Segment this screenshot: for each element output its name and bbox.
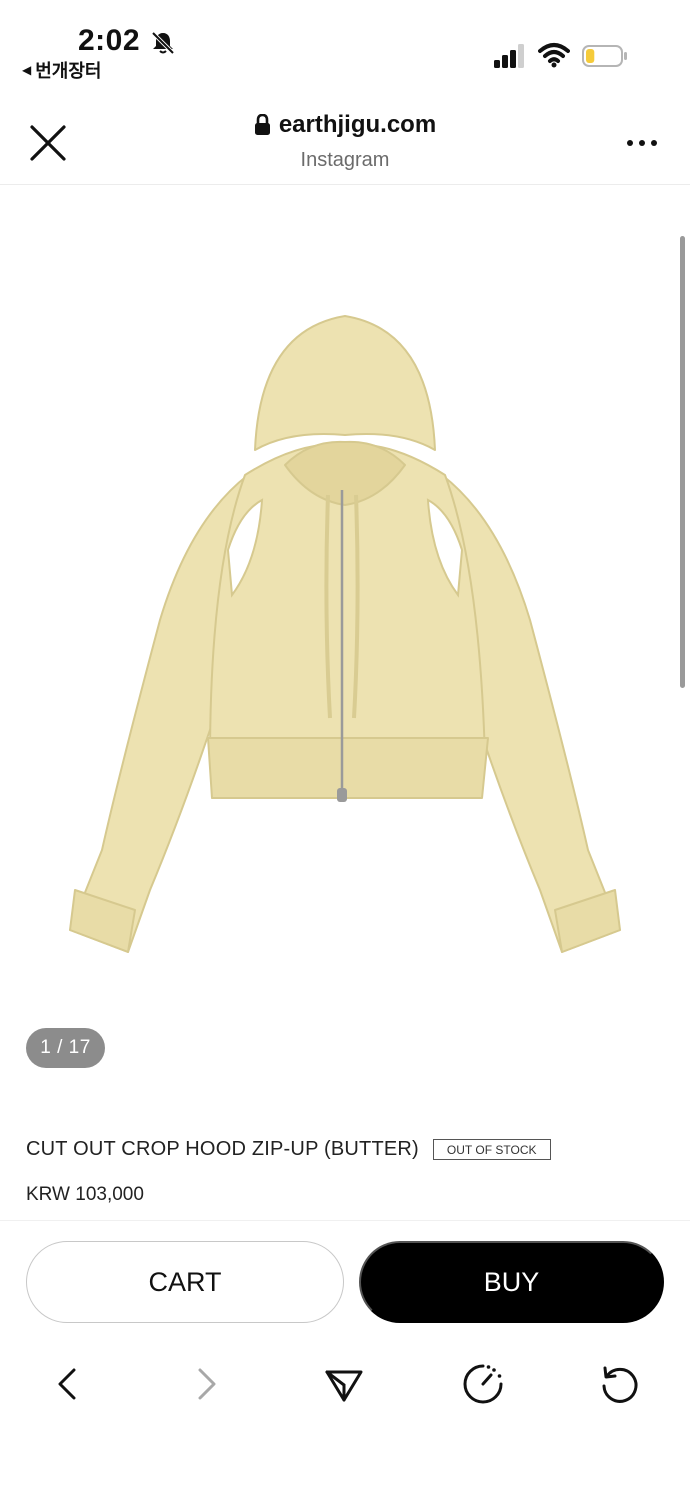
source-label: Instagram [300,149,390,171]
battery-level [586,49,595,63]
page-scrollbar[interactable] [680,236,685,688]
address-area[interactable]: earthjigu.com Instagram [0,111,690,172]
forward-icon[interactable] [184,1362,228,1406]
bell-slash-icon [151,31,175,55]
reload-icon[interactable] [597,1362,641,1406]
clock-time: 2:02 [78,24,141,57]
cart-button[interactable]: CART [26,1241,344,1323]
status-bar: 2:02 ◀ 번개장터 [0,0,690,95]
loading-icon[interactable] [461,1362,505,1406]
signal-icon [494,44,524,68]
image-counter: 1 / 17 [26,1028,105,1068]
buy-button[interactable]: BUY [359,1241,664,1323]
wifi-icon [538,43,570,68]
browser-bottom-nav [0,1350,690,1420]
stock-badge: OUT OF STOCK [432,1139,551,1160]
product-image[interactable] [40,290,650,970]
lock-icon [254,114,270,135]
product-title: CUT OUT CROP HOOD ZIP-UP (BUTTER) [26,1138,419,1160]
product-title-row: CUT OUT CROP HOOD ZIP-UP (BUTTER) OUT OF… [26,1138,551,1161]
url-text: earthjigu.com [278,111,437,138]
more-icon[interactable] [626,137,658,149]
browser-header: earthjigu.com Instagram [0,95,690,185]
return-app-label: 번개장터 [35,61,102,81]
action-bar: CART BUY [0,1220,690,1340]
share-icon[interactable] [322,1362,366,1406]
return-to-app-button[interactable]: ◀ 번개장터 [22,57,101,83]
back-icon[interactable] [46,1362,90,1406]
battery-icon [582,45,627,67]
product-price: KRW 103,000 [26,1184,144,1205]
back-triangle-icon: ◀ [22,63,32,77]
